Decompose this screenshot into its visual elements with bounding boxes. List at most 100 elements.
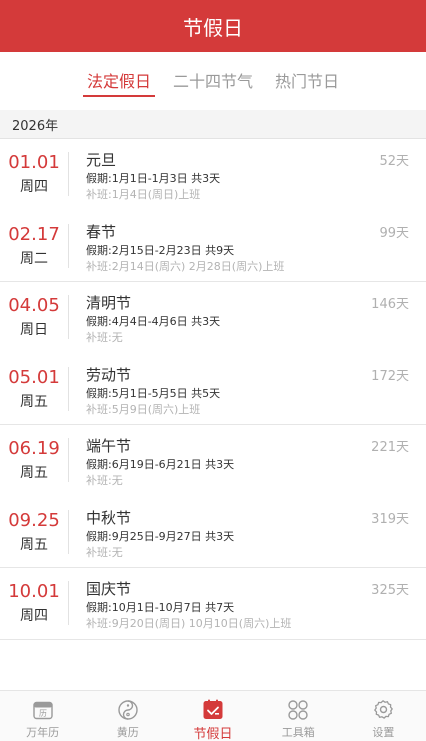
holiday-row[interactable]: 01.01 周四 元旦 52天 假期:1月1日-1月3日 共3天 补班:1月4日(周日)上… (0, 139, 426, 211)
days-until: 319天 (371, 511, 409, 527)
makeup-workday-label: 补班: (86, 188, 112, 201)
tab-label: 热门节日 (275, 72, 340, 91)
holiday-period-text: 6月19日-6月21日 共3天 (111, 458, 235, 471)
holiday-row[interactable]: 10.01 周四 国庆节 325天假期:10月1日-10月7日 共7天 补班:9月20日… (0, 568, 426, 640)
nav-label: 万年历 (26, 726, 60, 739)
makeup-workday: 补班:无 (86, 472, 123, 488)
makeup-workday-text: 1月4日(周日)上班 (111, 188, 201, 201)
holiday-date: 02.17 (8, 223, 60, 245)
holiday-weekday: 周五 (20, 536, 48, 553)
holiday-weekday: 周五 (20, 465, 48, 481)
page-title: 节假日 (183, 15, 243, 40)
holiday-date: 04.05 (8, 295, 60, 316)
tab-label: 二十四节气 (172, 72, 253, 91)
holiday-name: 元旦 (86, 151, 117, 169)
holiday-date: 05.01 (8, 366, 60, 388)
holiday-period: 假期:4月4日-4月6日 共3天 (86, 313, 220, 329)
holiday-period-text: 2月15日-2月23日 共9天 (111, 243, 235, 257)
app-header: 节假日 (0, 0, 426, 52)
calendar-icon: 历 (32, 699, 54, 721)
days-until: 172天 (371, 368, 409, 384)
holiday-period: 假期:9月25日-9月27日 共3天 (86, 528, 234, 544)
holiday-period-text: 4月4日-4月6日 共3天 (111, 315, 221, 328)
makeup-workday-label: 补班: (86, 617, 112, 630)
days-until: 99天 (379, 225, 409, 241)
makeup-workday-text: 9月20日(周日) 10月10日(周六)上班 (111, 617, 292, 630)
holiday-date: 09.25 (8, 509, 60, 531)
tab-legal-holidays[interactable]: 法定假日 (82, 52, 155, 108)
holiday-period-label: 假期: (86, 315, 112, 328)
row-divider (68, 366, 69, 411)
nav-label: 工具箱 (281, 726, 315, 739)
makeup-workday-label: 补班: (86, 545, 112, 559)
holiday-row[interactable]: 04.05 周日 清明节 146天 假期:4月4日-4月6日 共3天 补班:无 (0, 282, 426, 354)
row-divider (68, 509, 69, 554)
holiday-period-text: 10月1日-10月7日 共7天 (111, 601, 235, 614)
holiday-weekday: 周四 (20, 179, 48, 195)
row-divider (68, 295, 69, 339)
days-until: 325天 (371, 583, 409, 598)
holiday-period: 假期:6月19日-6月21日 共3天 (86, 456, 234, 472)
holiday-period-label: 假期: (86, 458, 112, 471)
holiday-weekday: 周四 (20, 608, 48, 624)
holiday-period: 假期:2月15日-2月23日 共9天 (86, 242, 234, 258)
makeup-workday-label: 补班: (86, 331, 112, 344)
date-column: 02.17 周二 (0, 223, 68, 269)
holiday-name: 劳动节 (86, 365, 132, 384)
holiday-period-text: 1月1日-1月3日 共3天 (111, 172, 221, 185)
holiday-period-text: 5月1日-5月5日 共5天 (111, 386, 221, 400)
days-until: 146天 (371, 297, 409, 312)
holiday-name: 国庆节 (86, 580, 132, 598)
calendar-icon-glyph: 历 (39, 709, 47, 718)
yin-yang-icon (117, 699, 139, 721)
holiday-period-label: 假期: (86, 529, 112, 543)
tab-popular-festivals[interactable]: 热门节日 (271, 52, 343, 108)
holiday-period-label: 假期: (86, 243, 112, 257)
category-tabs: 法定假日 二十四节气 热门节日 (0, 52, 426, 108)
date-column: 01.01 周四 (0, 151, 68, 197)
date-column: 09.25 周五 (0, 509, 68, 555)
date-column: 10.01 周四 (0, 580, 68, 626)
year-section-header: 2026年 (0, 110, 426, 139)
holiday-name: 春节 (86, 222, 117, 241)
nav-item-settings[interactable]: 设置 (341, 691, 426, 741)
nav-item-holidays[interactable]: 节假日 (170, 691, 255, 741)
holiday-list: 01.01 周四 元旦 52天 假期:1月1日-1月3日 共3天 补班:1月4日(周日)上… (0, 139, 426, 640)
holiday-row[interactable]: 05.01 周五 劳动节 172天假期:5月1日-5月5日 共5天 补班:5月9日(周六… (0, 354, 426, 425)
makeup-workday: 补班:1月4日(周日)上班 (86, 186, 200, 202)
nav-label: 节假日 (193, 727, 233, 741)
holiday-name: 端午节 (86, 437, 132, 455)
makeup-workday-label: 补班: (86, 259, 112, 273)
row-divider (68, 152, 69, 196)
makeup-workday-text: 无 (111, 545, 123, 559)
holiday-period: 假期:5月1日-5月5日 共5天 (86, 385, 220, 401)
gear-icon (372, 699, 394, 721)
holiday-weekday: 周五 (20, 393, 48, 410)
holiday-period: 假期:10月1日-10月7日 共7天 (86, 599, 234, 615)
nav-item-almanac[interactable]: 黄历 (85, 691, 170, 741)
nav-label: 设置 (372, 726, 395, 739)
holiday-row[interactable]: 06.19 周五 端午节 221天 假期:6月19日-6月21日 共3天 补班:无 (0, 425, 426, 497)
holiday-row[interactable]: 09.25 周五 中秋节 319天假期:9月25日-9月27日 共3天 补班:无 (0, 497, 426, 568)
tab-solar-terms[interactable]: 二十四节气 (169, 52, 257, 108)
holiday-name: 清明节 (86, 294, 132, 312)
date-column: 05.01 周五 (0, 366, 68, 412)
nav-item-calendar[interactable]: 历 万年历 (0, 691, 85, 741)
nav-label: 黄历 (116, 726, 139, 739)
makeup-workday: 补班:9月20日(周日) 10月10日(周六)上班 (86, 615, 291, 631)
row-divider (68, 438, 69, 482)
makeup-workday-text: 无 (111, 331, 123, 344)
makeup-workday-label: 补班: (86, 474, 112, 487)
row-divider (68, 223, 69, 268)
date-column: 04.05 周日 (0, 294, 68, 340)
makeup-workday: 补班:5月9日(周六)上班 (86, 401, 200, 417)
nav-item-toolbox[interactable]: 工具箱 (256, 691, 341, 741)
holiday-row[interactable]: 02.17 周二 春节 99天 假期:2月15日-2月23日 共9天 补班:2月14日(周… (0, 211, 426, 282)
holiday-date: 01.01 (8, 152, 60, 173)
holiday-name: 中秋节 (86, 508, 132, 527)
row-divider (68, 581, 69, 625)
holiday-date: 06.19 (8, 438, 60, 459)
holiday-weekday: 周二 (20, 250, 48, 267)
makeup-workday-text: 无 (111, 474, 123, 487)
holiday-period-label: 假期: (86, 172, 112, 185)
